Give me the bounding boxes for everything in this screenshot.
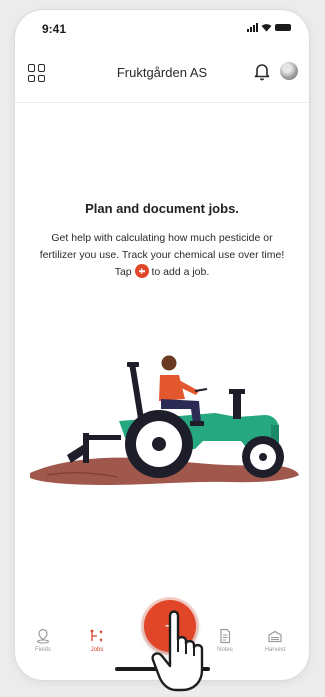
nav-label-jobs: Jobs — [90, 647, 104, 653]
document-icon — [220, 628, 231, 644]
app-header: Fruktgården AS — [15, 54, 309, 94]
nav-label-harvest: Harvest — [264, 647, 286, 653]
add-icon — [134, 264, 149, 278]
empty-state-body-suffix: to add a job. — [151, 266, 210, 278]
harvest-icon — [268, 630, 282, 643]
bell-icon[interactable] — [253, 62, 271, 82]
status-time: 9:41 — [42, 22, 67, 36]
battery-icon — [275, 24, 291, 31]
empty-state-headline: Plan and document jobs. — [85, 201, 239, 216]
nav-label-fields: Fields — [34, 647, 51, 653]
page: 9:41 Fruktgården AS Plan and document jo… — [0, 0, 325, 697]
map-pin-icon — [36, 628, 50, 644]
status-icons — [247, 23, 291, 32]
pointing-hand-icon — [151, 610, 204, 692]
phone-frame: 9:41 Fruktgården AS Plan and document jo… — [15, 10, 309, 680]
nav-item-fields[interactable]: Fields — [23, 628, 63, 653]
status-bar: 9:41 — [15, 10, 309, 50]
jobs-icon — [90, 629, 103, 642]
empty-state-body: Get help with calculating how much pesti… — [35, 230, 289, 281]
signal-icon — [247, 23, 258, 32]
nav-item-harvest[interactable]: Harvest — [255, 628, 295, 653]
wifi-icon — [261, 24, 272, 32]
nav-item-jobs[interactable]: Jobs — [77, 628, 117, 653]
tractor-illustration — [30, 355, 299, 485]
header-divider — [15, 102, 309, 103]
avatar[interactable] — [280, 62, 298, 80]
nav-label-notes: Notes — [217, 647, 233, 653]
